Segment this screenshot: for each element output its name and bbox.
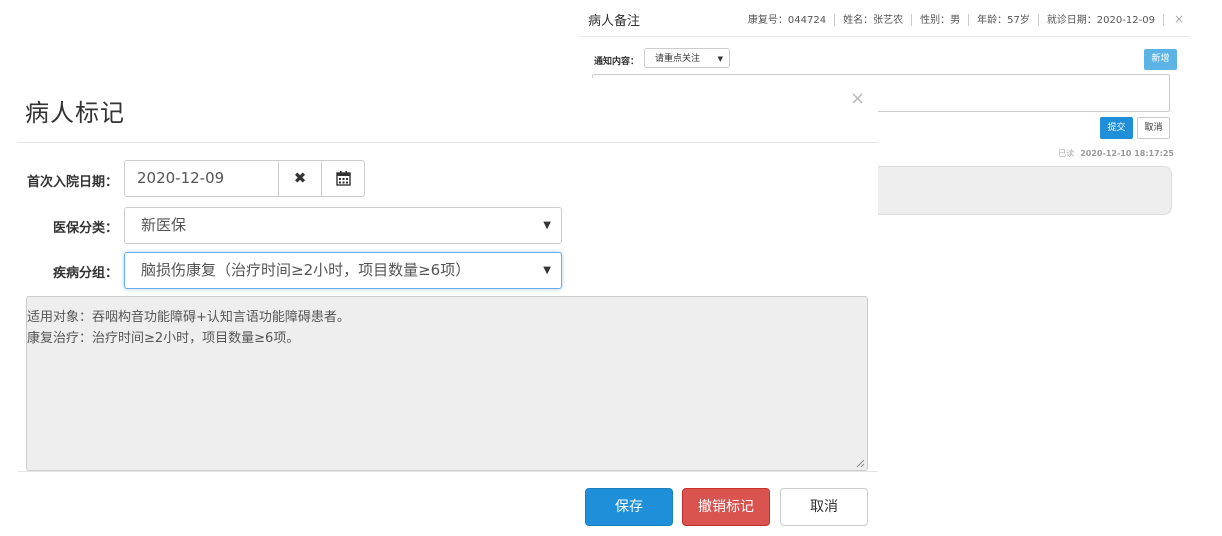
notes-title: 病人备注 [588,14,641,29]
disease-group-select-value: 脑损伤康复（治疗时间≥2小时，项目数量≥6项） [141,261,471,279]
patient-gender: 性别：男 [920,15,961,26]
first-admission-label: 首次入院日期： [26,175,118,190]
divider [911,14,913,26]
resize-handle-icon[interactable] [856,459,865,468]
divider [18,471,878,472]
calendar-icon [335,171,351,186]
read-label: 已读 [1058,149,1075,158]
description-textarea[interactable]: 适用对象：吞咽构音功能障碍+认知言语功能障碍患者。 康复治疗：治疗时间≥2小时，… [26,296,868,471]
calendar-button[interactable] [321,160,365,197]
disease-group-label: 疾病分组： [52,266,118,281]
insurance-select[interactable]: 新医保 ▼ [124,207,562,244]
patient-name: 姓名：张艺农 [843,15,904,26]
patient-info-bar: 康复号：044724 姓名：张艺农 性别：男 年龄：57岁 就诊日期：2020-12-0… [748,11,1184,26]
notes-close-icon[interactable]: × [1174,12,1184,26]
divider [968,14,970,26]
rehab-number: 康复号：044724 [747,15,827,26]
clear-date-button[interactable]: ✖ [278,160,322,197]
cancel-note-button[interactable]: 取消 [1137,117,1170,139]
divider [834,14,836,26]
save-button[interactable]: 保存 [585,488,673,526]
divider [1037,14,1039,26]
revoke-mark-button[interactable]: 撤销标记 [682,488,770,526]
disease-group-select[interactable]: 脑损伤康复（治疗时间≥2小时，项目数量≥6项） ▼ [124,252,562,289]
first-admission-date-input[interactable]: 2020-12-09 [124,160,279,197]
divider [18,142,878,143]
read-time: 2020-12-10 18:17:25 [1080,149,1174,158]
description-line: 适用对象：吞咽构音功能障碍+认知言语功能障碍患者。 [27,310,350,325]
read-status: 已读 2020-12-10 18:17:25 [1058,148,1174,159]
chevron-down-icon: ▼ [543,220,551,231]
chevron-down-icon: ▼ [543,265,551,276]
patient-mark-modal: 病人标记 × 首次入院日期： 2020-12-09 ✖ 医保分类： 新医保 ▼ … [18,78,878,536]
submit-note-button[interactable]: 提交 [1100,117,1133,139]
patient-age: 年龄：57岁 [977,15,1030,26]
close-icon: ✖ [293,169,307,187]
visit-date: 就诊日期：2020-12-09 [1046,15,1155,26]
add-note-button[interactable]: 新增 [1144,49,1177,70]
notify-label: 通知内容： [594,57,640,67]
notify-select[interactable]: 请重点关注 ▼ [644,48,730,68]
close-icon[interactable]: × [850,90,865,108]
modal-title: 病人标记 [25,99,125,127]
notify-select-value: 请重点关注 [655,54,701,64]
note-bubble [860,166,1172,215]
cancel-button[interactable]: 取消 [780,488,868,526]
notes-header: 病人备注 康复号：044724 姓名：张艺农 性别：男 年龄：57岁 就诊日期：2020… [580,0,1190,37]
divider [1162,14,1164,26]
chevron-down-icon: ▼ [717,55,723,63]
insurance-select-value: 新医保 [141,216,187,234]
insurance-label: 医保分类： [52,221,118,236]
description-line: 康复治疗：治疗时间≥2小时，项目数量≥6项。 [27,331,300,346]
